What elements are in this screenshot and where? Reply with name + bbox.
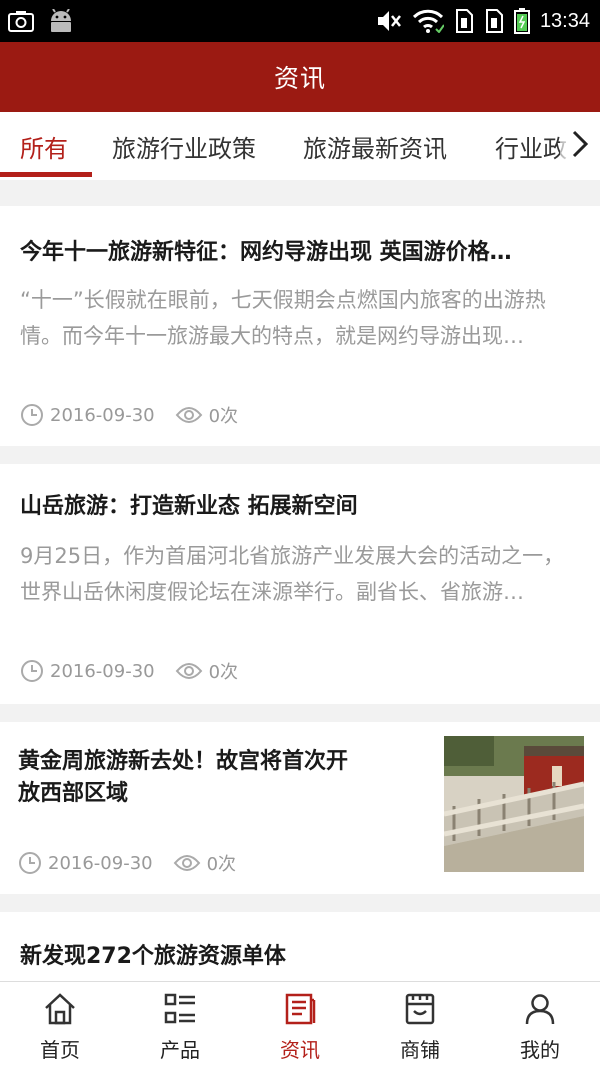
nav-label: 商铺 (400, 1038, 440, 1062)
nav-products[interactable]: 产品 (120, 982, 240, 1067)
article-title[interactable]: 今年十一旅游新特征：网约导游出现 英国游价格… (20, 234, 580, 266)
app-header: 资讯 (0, 42, 600, 112)
category-tabs: 所有 旅游行业政策 旅游最新资讯 行业政 (0, 112, 600, 180)
list-icon (163, 992, 197, 1030)
nav-label: 首页 (40, 1038, 80, 1062)
article-title[interactable]: 黄金周旅游新去处！故宫将首次开 放西部区域 (18, 746, 418, 810)
article-summary: 9月25日，作为首届河北省旅游产业发展大会的活动之一，世界山岳休闲度假论坛在涞源… (20, 544, 565, 604)
user-icon (523, 992, 557, 1030)
home-icon (43, 992, 77, 1030)
clock-icon (20, 403, 44, 427)
article-title-line: 黄金周旅游新去处！故宫将首次开 (18, 749, 349, 774)
nav-shop[interactable]: 商铺 (360, 982, 480, 1067)
article-title[interactable]: 新发现272个旅游资源单体 (20, 938, 580, 970)
chevron-right-icon (570, 129, 590, 163)
tab-tourism-policy[interactable]: 旅游行业政策 (112, 112, 256, 180)
tab-industry-policy[interactable]: 行业政 (495, 112, 567, 180)
tab-tourism-news[interactable]: 旅游最新资讯 (303, 112, 447, 180)
active-tab-indicator (0, 172, 92, 177)
article-card[interactable]: 山岳旅游：打造新业态 拓展新空间 9月25日，作为首届河北省旅游产业发展大会的活… (0, 464, 600, 704)
article-meta: 2016-09-30 0次 (20, 658, 238, 684)
article-date: 2016-09-30 (50, 660, 155, 682)
android-icon (48, 9, 74, 33)
eye-icon (175, 405, 203, 425)
article-title-line: 放西部区域 (18, 781, 129, 806)
eye-icon (173, 853, 201, 873)
nav-label: 产品 (160, 1038, 200, 1062)
nav-me[interactable]: 我的 (480, 982, 600, 1067)
nav-label: 我的 (520, 1038, 560, 1062)
tabs-scroll-right-button[interactable] (560, 112, 600, 180)
article-views: 0次 (208, 662, 239, 683)
article-views: 0次 (208, 406, 239, 427)
article-card[interactable]: 今年十一旅游新特征：网约导游出现 英国游价格… “十一”长假就在眼前，七天假期会… (0, 206, 600, 446)
article-card[interactable]: 黄金周旅游新去处！故宫将首次开 放西部区域 2016-09-30 0次 (0, 722, 600, 894)
news-icon (283, 992, 317, 1030)
eye-icon (175, 661, 203, 681)
article-views: 0次 (206, 854, 237, 875)
article-card[interactable]: 新发现272个旅游资源单体 (0, 912, 600, 981)
bottom-navigation: 首页 产品 资讯 商铺 我的 (0, 981, 600, 1067)
article-meta: 2016-09-30 0次 (18, 850, 236, 876)
article-thumbnail[interactable] (444, 736, 584, 872)
sim1-icon (454, 9, 474, 33)
tab-all[interactable]: 所有 (20, 112, 68, 180)
clock-icon (18, 851, 42, 875)
nav-news[interactable]: 资讯 (240, 982, 360, 1067)
status-bar: 13:34 (0, 0, 600, 42)
article-meta: 2016-09-30 0次 (20, 402, 238, 428)
shop-icon (403, 992, 437, 1030)
page-title: 资讯 (273, 64, 326, 93)
sim2-icon (484, 9, 504, 33)
wifi-icon (412, 9, 444, 33)
article-title[interactable]: 山岳旅游：打造新业态 拓展新空间 (20, 488, 580, 520)
battery-icon (513, 8, 530, 34)
clock-time: 13:34 (539, 9, 590, 32)
article-date: 2016-09-30 (50, 404, 155, 426)
clock-icon (20, 659, 44, 683)
screenshot-icon (8, 10, 34, 32)
nav-label: 资讯 (280, 1038, 320, 1062)
article-date: 2016-09-30 (48, 852, 153, 874)
nav-home[interactable]: 首页 (0, 982, 120, 1067)
article-summary: “十一”长假就在眼前，七天假期会点燃国内旅客的出游热情。而今年十一旅游最大的特点… (20, 288, 546, 348)
mute-icon (376, 9, 402, 33)
